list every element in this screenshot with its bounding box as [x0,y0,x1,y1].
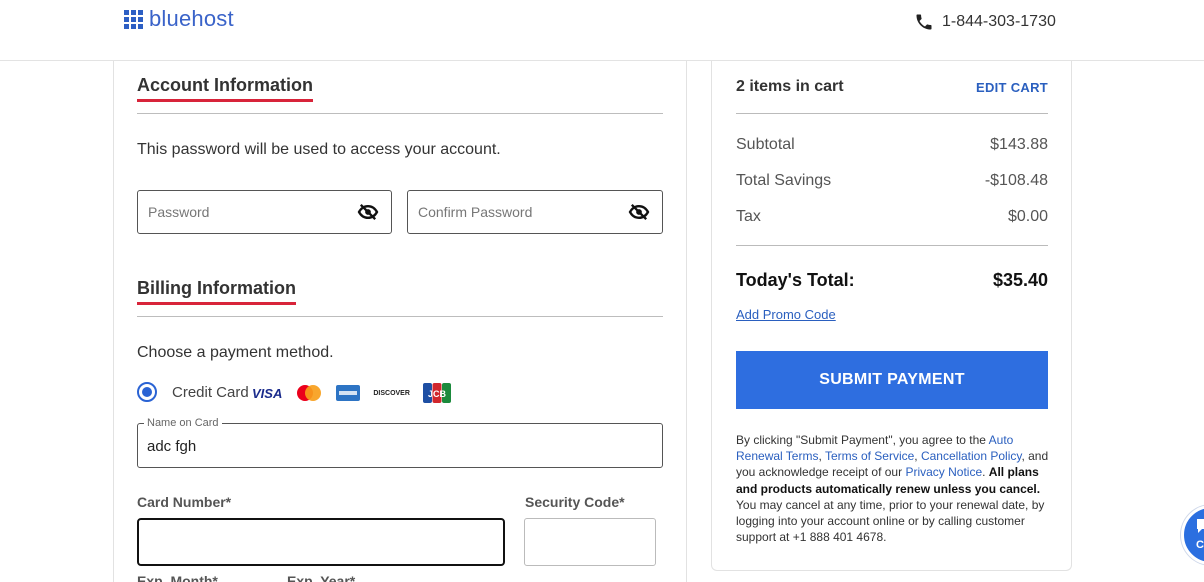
terms-text: By clicking "Submit Payment", you agree … [736,432,1052,545]
exp-month-label: Exp. Month* [137,573,218,582]
divider [736,245,1048,246]
checkout-form-panel: Account Information This password will b… [113,61,687,582]
chat-icon [1197,519,1204,533]
card-brand-logos: VISA DISCOVER JCB [252,383,451,403]
phone-number: 1-844-303-1730 [942,13,1056,30]
password-description: This password will be used to access you… [137,141,501,158]
terms-text-segment: , [914,449,921,464]
logo-text: bluehost [149,6,234,31]
cart-items-count: 2 items in cart [736,78,844,95]
terms-text-segment: By clicking "Submit Payment", you agree … [736,433,989,447]
credit-card-label: Credit Card [172,384,249,401]
subtotal-value: $143.88 [990,136,1048,153]
security-code-label: Security Code* [525,494,625,510]
billing-information-title: Billing Information [137,278,296,305]
divider [137,316,663,317]
exp-year-label: Exp. Year* [287,573,356,582]
tax-row: Tax $0.00 [736,208,1048,226]
eye-slash-icon[interactable] [628,203,650,221]
savings-value: -$108.48 [984,172,1048,189]
logo-grid-icon [124,9,143,29]
chat-label: Cl [1196,539,1204,551]
phone-icon [916,14,932,30]
name-on-card-label: Name on Card [144,417,222,429]
discover-icon: DISCOVER [373,389,410,397]
eye-slash-icon[interactable] [357,203,379,221]
account-information-title: Account Information [137,75,313,102]
phone-contact[interactable]: 1-844-303-1730 [914,12,1056,32]
amex-icon [336,385,361,401]
choose-payment-text: Choose a payment method. [137,344,334,361]
subtotal-row: Subtotal $143.88 [736,136,1048,154]
submit-payment-button[interactable]: SUBMIT PAYMENT [736,351,1048,409]
card-number-label: Card Number* [137,494,232,510]
credit-card-radio[interactable] [137,382,157,402]
edit-cart-link[interactable]: EDIT CART [976,80,1048,95]
total-value: $35.40 [992,270,1048,290]
divider [736,113,1048,114]
bluehost-logo[interactable]: bluehost [124,6,234,32]
order-summary-panel: 2 items in cart EDIT CART Subtotal $143.… [711,61,1072,571]
confirm-password-field[interactable]: Confirm Password [407,190,663,234]
total-row: Today's Total: $35.40 [736,270,1048,291]
name-on-card-field[interactable] [137,423,663,468]
password-field[interactable]: Password [137,190,392,234]
add-promo-code-link[interactable]: Add Promo Code [736,307,836,322]
terms-of-service-link[interactable]: Terms of Service [825,449,914,463]
terms-text-segment: You may cancel at any time, prior to you… [736,497,1045,545]
divider [137,113,663,114]
chat-widget-button[interactable]: Cl [1181,505,1204,565]
tax-label: Tax [736,208,761,225]
visa-icon: VISA [252,385,283,401]
savings-row: Total Savings -$108.48 [736,172,1048,190]
password-placeholder: Password [148,204,210,220]
name-on-card-value: adc fgh [147,438,197,455]
terms-text-segment: . [982,465,989,480]
mastercard-icon [297,385,322,401]
confirm-password-placeholder: Confirm Password [418,204,533,220]
svg-text:JCB: JCB [428,389,447,399]
cancellation-policy-link[interactable]: Cancellation Policy [921,449,1022,463]
security-code-input[interactable] [524,518,656,566]
jcb-icon: JCB [422,383,451,403]
card-number-input[interactable] [137,518,505,566]
site-header: bluehost 1-844-303-1730 [0,0,1204,61]
savings-label: Total Savings [736,172,832,189]
tax-value: $0.00 [1007,208,1048,225]
subtotal-label: Subtotal [736,136,795,153]
privacy-notice-link[interactable]: Privacy Notice [905,465,982,479]
total-label: Today's Total: [736,270,855,290]
